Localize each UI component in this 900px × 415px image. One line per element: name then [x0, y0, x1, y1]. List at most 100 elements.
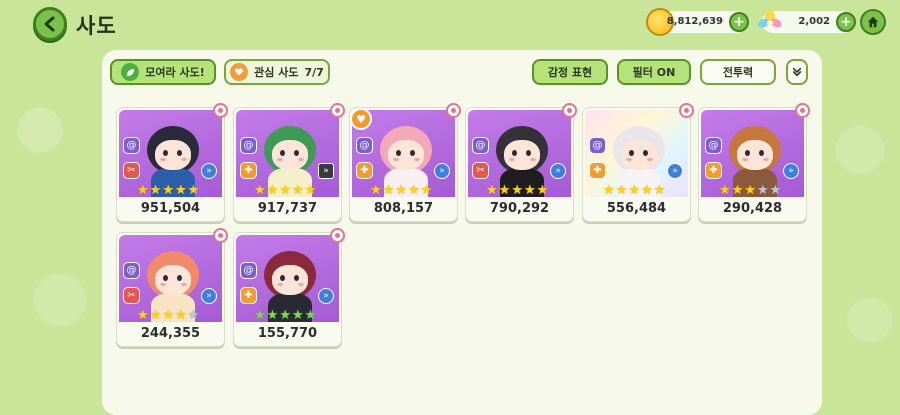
eye [163, 150, 168, 156]
flower-currency: 2,002 + [758, 10, 856, 33]
cheek [277, 283, 283, 286]
combat-power: 808,157 [373, 201, 434, 216]
cross-icon: ✚ [240, 162, 257, 179]
collect-button[interactable]: 모여라 사도! [110, 59, 216, 85]
eye [759, 150, 764, 156]
back-button[interactable] [33, 7, 67, 41]
cheek [647, 158, 653, 161]
cross-icon: ✚ [705, 162, 722, 179]
combat-power: 290,428 [722, 201, 783, 216]
favorite-label: 관심 사도 [254, 66, 299, 79]
cheek [181, 158, 187, 161]
star-icon: ★ [744, 183, 756, 197]
spiral-class-icon: @ [356, 137, 373, 154]
character-face [155, 265, 191, 295]
eye [177, 150, 182, 156]
star-icon: ★ [291, 308, 304, 322]
sort-label: 전투력 [722, 66, 754, 79]
character-panel: 모여라 사도! 관심 사도 7/7 감정 표현 필터 ON 전투력 @ ✂ » … [102, 50, 822, 415]
star-icon: ★ [603, 183, 615, 197]
chevron-right-icon: » [434, 163, 450, 179]
character-card[interactable]: @ ✂ » ★ ★ ★ ★ ★ 951,504 [116, 103, 228, 222]
spiral-class-icon: @ [705, 137, 722, 154]
flower-badge-icon [213, 103, 228, 118]
cross-icon: ✚ [589, 162, 606, 179]
eye [396, 150, 401, 156]
star-icon: ★ [304, 183, 317, 197]
star-icon: ★ [266, 308, 279, 322]
star-rating: ★ ★ ★ ★ ★ [254, 309, 316, 322]
chevron-right-icon: » [550, 163, 566, 179]
character-card[interactable]: @ ✂ » ★ ★ ★ ★ ★ 244,355 [116, 228, 228, 347]
sort-button[interactable]: 전투력 [700, 59, 776, 85]
chevron-right-icon: » [318, 163, 334, 179]
combat-power: 244,355 [140, 326, 201, 341]
star-icon: ★ [407, 183, 420, 197]
leaf-icon [121, 63, 140, 81]
cheek [509, 158, 515, 161]
favorite-count: 7/7 [304, 65, 324, 79]
character-card[interactable]: @ ✚ » ★ ★ ★ ★ ★ 290,428 [698, 103, 810, 222]
character-card[interactable]: @ ✚ » ★ ★ ★ ★ ★ ♥ 808,157 [349, 103, 461, 222]
cross-icon: ✚ [356, 162, 373, 179]
scissors-icon: ✂ [123, 162, 140, 179]
spiral-class-icon: @ [123, 137, 140, 154]
star-icon: ★ [304, 308, 317, 322]
eye [643, 150, 648, 156]
character-face [272, 140, 308, 170]
star-icon: ★ [149, 183, 162, 197]
add-gold-button[interactable]: + [729, 12, 749, 32]
add-flower-button[interactable]: + [836, 12, 856, 32]
eye [280, 150, 285, 156]
star-icon: ★ [162, 308, 174, 322]
star-icon: ★ [731, 183, 744, 197]
star-icon: ★ [756, 183, 769, 197]
favorite-heart-icon: ♥ [350, 108, 372, 130]
cheek [393, 158, 399, 161]
star-icon: ★ [769, 183, 782, 197]
filter-button[interactable]: 필터 ON [617, 59, 691, 85]
cheek [742, 158, 748, 161]
star-icon: ★ [370, 183, 382, 197]
star-icon: ★ [640, 183, 653, 197]
star-icon: ★ [486, 183, 498, 197]
emotion-label: 감정 표현 [547, 66, 593, 79]
star-icon: ★ [149, 308, 162, 322]
eye [294, 275, 299, 281]
star-icon: ★ [653, 183, 666, 197]
spiral-class-icon: @ [589, 137, 606, 154]
cheek [298, 158, 304, 161]
flower-icon [756, 8, 784, 36]
cheek [298, 283, 304, 286]
star-rating: ★ ★ ★ ★ ★ [719, 184, 781, 197]
character-portrait: @ ✚ » ★ ★ ★ ★ ★ [701, 110, 804, 197]
star-icon: ★ [137, 308, 149, 322]
home-button[interactable] [860, 9, 886, 35]
character-card[interactable]: @ ✚ » ★ ★ ★ ★ ★ 155,770 [233, 228, 345, 347]
cheek [530, 158, 536, 161]
combat-power: 790,292 [489, 201, 550, 216]
chevron-right-icon: » [201, 163, 217, 179]
spiral-class-icon: @ [240, 262, 257, 279]
cheek [181, 283, 187, 286]
star-icon: ★ [162, 183, 174, 197]
emotion-button[interactable]: 감정 표현 [532, 59, 608, 85]
spiral-class-icon: @ [123, 262, 140, 279]
cross-icon: ✚ [240, 287, 257, 304]
flower-badge-icon [562, 103, 577, 118]
cheek [160, 283, 166, 286]
character-card[interactable]: @ ✂ » ★ ★ ★ ★ ★ 790,292 [465, 103, 577, 222]
star-icon: ★ [420, 183, 433, 197]
chevron-left-icon [44, 16, 55, 32]
eye [163, 275, 168, 281]
expand-button[interactable] [786, 59, 808, 85]
star-rating: ★ ★ ★ ★ ★ [137, 184, 199, 197]
eye [745, 150, 750, 156]
eye [280, 275, 285, 281]
character-card[interactable]: @ ✚ » ★ ★ ★ ★ ★ 556,484 [582, 103, 694, 222]
character-card[interactable]: @ ✚ » ★ ★ ★ ★ ★ 917,737 [233, 103, 345, 222]
favorite-filter-button[interactable]: 관심 사도 7/7 [224, 59, 330, 85]
cheek [277, 158, 283, 161]
eye [294, 150, 299, 156]
star-rating: ★ ★ ★ ★ ★ [137, 309, 199, 322]
